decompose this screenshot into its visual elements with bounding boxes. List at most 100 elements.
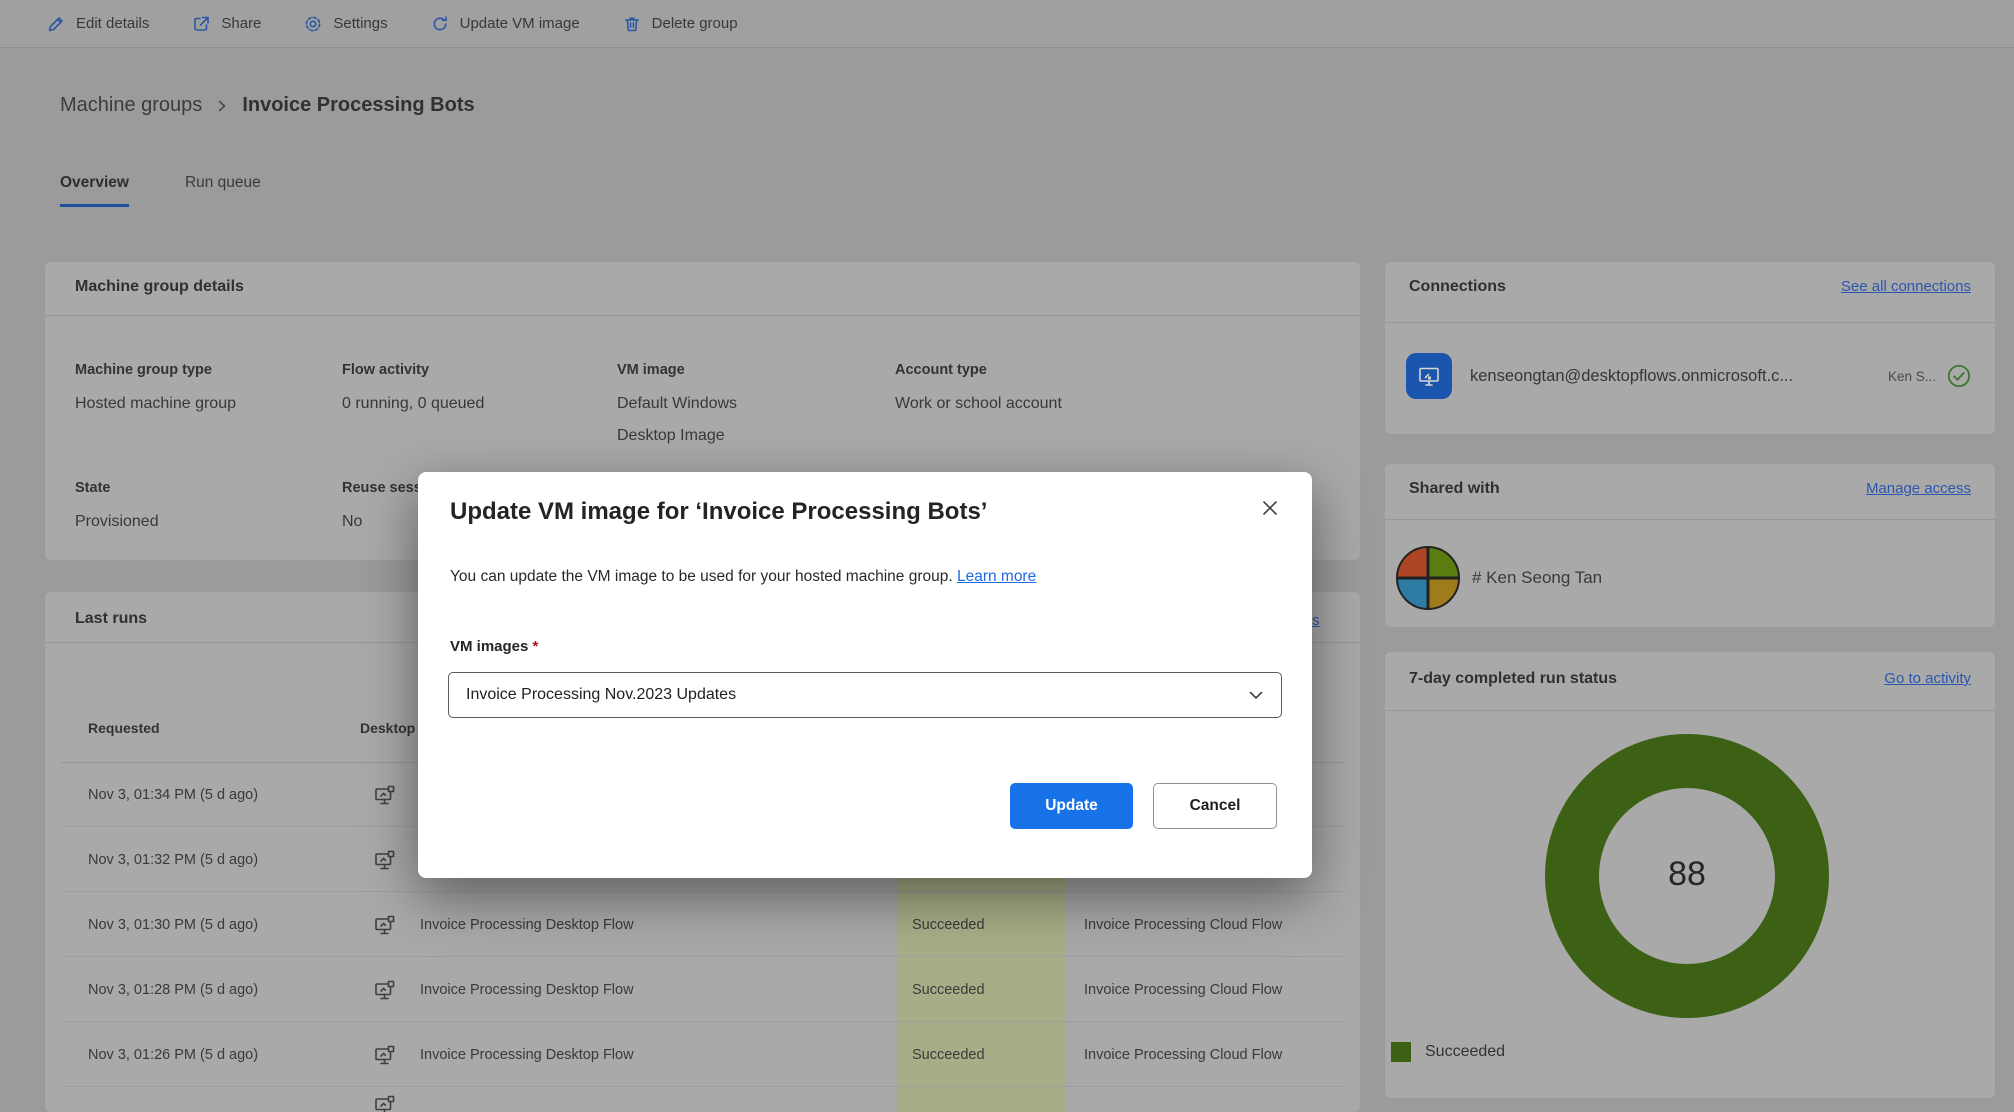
go-to-activity-link[interactable]: Go to activity xyxy=(1884,670,1971,687)
desktop-flow-icon xyxy=(373,1023,396,1087)
share-button[interactable]: Share xyxy=(191,14,261,34)
run-requested: Nov 3, 01:26 PM (5 d ago) xyxy=(88,1047,259,1063)
divider xyxy=(1385,519,1995,520)
desktop-flow-icon xyxy=(373,828,396,892)
card-title: Machine group details xyxy=(75,278,244,295)
share-icon xyxy=(191,14,211,34)
toolbar-item-label: Update VM image xyxy=(459,15,580,32)
table-row[interactable]: Nov 3, 01:30 PM (5 d ago) Invoice Proces… xyxy=(45,893,1360,957)
sync-icon xyxy=(430,14,450,34)
desktop-flow-icon xyxy=(373,958,396,1022)
tab-run-queue[interactable]: Run queue xyxy=(185,174,261,207)
field-label: Account type xyxy=(895,362,987,378)
table-row[interactable]: Nov 3, 01:26 PM (5 d ago) Invoice Proces… xyxy=(45,1023,1360,1087)
desktop-flow-icon xyxy=(373,893,396,957)
card-title: 7-day completed run status xyxy=(1409,670,1618,687)
desktop-flow-name: Invoice Processing Desktop Flow xyxy=(420,982,634,998)
card-title: Last runs xyxy=(75,610,148,627)
breadcrumb: Machine groups Invoice Processing Bots xyxy=(60,94,475,117)
field-label: Flow activity xyxy=(342,362,430,378)
vm-images-dropdown-value: Invoice Processing Nov.2023 Updates xyxy=(466,686,737,703)
manage-access-link[interactable]: Manage access xyxy=(1866,480,1971,497)
desktop-flow-icon xyxy=(373,1088,396,1112)
delete-group-button[interactable]: Delete group xyxy=(622,14,738,34)
table-row[interactable]: Nov 3, 01:28 PM (5 d ago) Invoice Proces… xyxy=(45,958,1360,1022)
dialog-description-text: You can update the VM image to be used f… xyxy=(450,568,957,585)
toolbar-item-label: Delete group xyxy=(651,15,738,32)
learn-more-link[interactable]: Learn more xyxy=(957,568,1036,585)
desktop-flow-name: Invoice Processing Desktop Flow xyxy=(420,917,634,933)
tab-overview[interactable]: Overview xyxy=(60,174,129,207)
connection-owner: Ken S... xyxy=(1887,368,1936,384)
card-title: Shared with xyxy=(1409,480,1500,497)
succeeded-legend-swatch xyxy=(1391,1042,1411,1062)
desktop-flow-name: Invoice Processing Desktop Flow xyxy=(420,1047,634,1063)
succeeded-legend-label: Succeeded xyxy=(1425,1043,1506,1060)
field-flow-activity: Flow activity 0 running, 0 queued xyxy=(342,362,572,420)
cloud-flow-name: Invoice Processing Cloud Flow xyxy=(1084,982,1283,998)
field-value: Work or school account xyxy=(895,395,1062,412)
field-value: Default Windows Desktop Image xyxy=(617,395,738,444)
field-state: State Provisioned xyxy=(75,480,305,538)
cloud-flow-name: Invoice Processing Cloud Flow xyxy=(1084,917,1283,933)
see-all-connections-link[interactable]: See all connections xyxy=(1841,278,1971,295)
close-icon[interactable] xyxy=(1254,492,1286,524)
desktop-flows-connection-icon xyxy=(1406,353,1452,399)
toolbar-item-label: Edit details xyxy=(76,15,150,32)
cloud-flow-name: Invoice Processing Cloud Flow xyxy=(1084,1047,1283,1063)
field-label: State xyxy=(75,480,111,496)
divider xyxy=(61,891,1344,892)
connection-account: kenseongtan@desktopflows.onmicrosoft.c..… xyxy=(1470,366,1794,385)
vm-images-label: VM images * xyxy=(450,638,538,655)
divider xyxy=(1385,710,1995,711)
shared-with-card: Shared with Manage access # Ken Seong Ta… xyxy=(1385,464,1995,627)
tab-bar: Overview Run queue xyxy=(60,174,261,207)
see-all-runs-link-fragment[interactable]: s xyxy=(1312,612,1320,629)
dialog-description: You can update the VM image to be used f… xyxy=(450,568,1036,586)
avatar xyxy=(1394,544,1462,612)
field-machine-group-type: Machine group type Hosted machine group xyxy=(75,362,305,420)
run-requested: Nov 3, 01:34 PM (5 d ago) xyxy=(88,787,259,803)
pencil-icon xyxy=(46,14,66,34)
chevron-down-icon xyxy=(1245,684,1267,706)
run-requested: Nov 3, 01:32 PM (5 d ago) xyxy=(88,852,259,868)
run-status: Succeeded xyxy=(912,917,985,933)
check-circle-icon xyxy=(1946,363,1972,389)
page-title: Invoice Processing Bots xyxy=(242,94,475,116)
update-button[interactable]: Update xyxy=(1010,783,1133,829)
connections-card: Connections See all connections kenseong… xyxy=(1385,262,1995,434)
cancel-button[interactable]: Cancel xyxy=(1153,783,1277,829)
column-header-requested[interactable]: Requested xyxy=(88,720,160,736)
field-vm-image: VM image Default Windows Desktop Image xyxy=(617,362,787,452)
field-value: Provisioned xyxy=(75,513,159,530)
divider xyxy=(1385,322,1995,323)
vm-images-dropdown[interactable]: Invoice Processing Nov.2023 Updates xyxy=(448,672,1282,718)
run-requested: Nov 3, 01:28 PM (5 d ago) xyxy=(88,982,259,998)
toolbar-item-label: Share xyxy=(221,15,262,32)
settings-button[interactable]: Settings xyxy=(303,14,388,34)
connection-row[interactable]: kenseongtan@desktopflows.onmicrosoft.c..… xyxy=(1406,344,1972,408)
chevron-right-icon xyxy=(214,98,230,114)
run-status: Succeeded xyxy=(912,982,985,998)
field-value: Hosted machine group xyxy=(75,395,236,412)
field-label: VM image xyxy=(617,362,685,378)
field-value: 0 running, 0 queued xyxy=(342,395,485,412)
chart-legend: Succeeded xyxy=(1391,1042,1505,1062)
edit-details-button[interactable]: Edit details xyxy=(46,14,149,34)
breadcrumb-machine-groups[interactable]: Machine groups xyxy=(60,94,202,117)
card-title: Connections xyxy=(1409,278,1506,295)
table-row[interactable] xyxy=(45,1088,1360,1112)
divider xyxy=(61,1086,1344,1087)
field-account-type: Account type Work or school account xyxy=(895,362,1125,420)
field-label: Machine group type xyxy=(75,362,212,378)
run-status: Succeeded xyxy=(912,1047,985,1063)
toolbar-item-label: Settings xyxy=(333,15,388,32)
shared-member-name: # Ken Seong Tan xyxy=(1472,568,1603,587)
update-vm-image-dialog: Update VM image for ‘Invoice Processing … xyxy=(418,472,1312,878)
run-status-card: 7-day completed run status Go to activit… xyxy=(1385,652,1995,1098)
update-vm-image-button[interactable]: Update VM image xyxy=(430,14,580,34)
gear-icon xyxy=(303,14,323,34)
donut-center-value: 88 xyxy=(1668,855,1706,893)
trash-icon xyxy=(622,14,642,34)
required-asterisk: * xyxy=(532,638,539,655)
